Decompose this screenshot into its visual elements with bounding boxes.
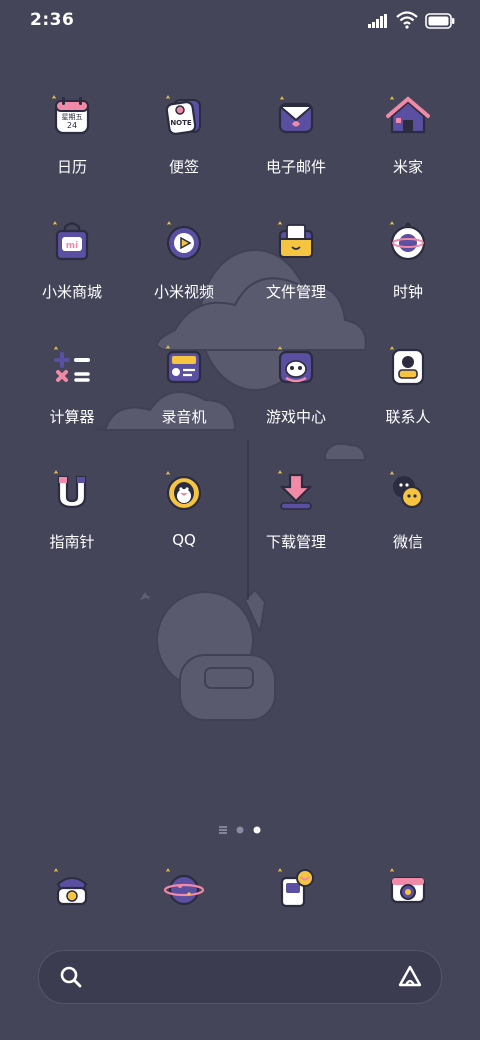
game-center-icon [278, 346, 314, 384]
recorder-icon [166, 345, 202, 384]
app-clock[interactable]: 时钟 [352, 213, 464, 323]
dock [16, 862, 464, 922]
phone-icon [54, 868, 88, 906]
battery-icon [425, 13, 455, 29]
folder-icon [278, 221, 314, 259]
app-label: 电子邮件 [265, 158, 326, 176]
shopping-bag-icon: mi [53, 221, 89, 261]
app-label: 下载管理 [265, 533, 326, 551]
app-label: 录音机 [161, 408, 207, 426]
calendar-icon: 星期五 24 [52, 95, 90, 135]
app-recorder[interactable]: 录音机 [128, 338, 240, 448]
app-label: 文件管理 [265, 283, 326, 301]
app-qq[interactable]: QQ [128, 463, 240, 573]
calculator-icon [54, 346, 90, 382]
search-bar[interactable] [38, 950, 442, 1004]
clock-icon [390, 221, 426, 261]
app-label: 日历 [56, 158, 87, 176]
calendar-day-text: 24 [67, 121, 77, 130]
app-calendar[interactable]: 星期五 24 日历 [16, 88, 128, 198]
app-mi-video[interactable]: 小米视频 [128, 213, 240, 323]
app-label: 联系人 [385, 408, 431, 426]
dock-camera[interactable] [352, 862, 464, 918]
page-dot[interactable] [236, 826, 244, 834]
app-label: 小米商城 [41, 283, 102, 301]
bag-text: mi [66, 241, 78, 251]
qq-penguin-icon [166, 471, 202, 511]
page-indicator [219, 826, 261, 834]
wechat-icon [390, 471, 424, 509]
contacts-icon [390, 346, 425, 386]
app-label: 游戏中心 [265, 408, 326, 426]
cellular-signal-icon [368, 14, 387, 28]
dock-browser[interactable] [128, 862, 240, 918]
app-contacts[interactable]: 联系人 [352, 338, 464, 448]
app-mi-store[interactable]: mi 小米商城 [16, 213, 128, 323]
app-label: 便签 [168, 158, 199, 176]
dock-messages[interactable] [240, 862, 352, 918]
status-time: 2:36 [30, 10, 75, 30]
wifi-icon [396, 11, 418, 29]
compass-icon [54, 470, 87, 509]
camera-icon [390, 868, 426, 904]
app-mijia[interactable]: 米家 [352, 88, 464, 198]
app-label: 指南针 [49, 533, 95, 551]
app-label: 米家 [392, 158, 423, 176]
app-label: QQ [172, 531, 196, 549]
app-label: 时钟 [392, 283, 423, 301]
app-calculator[interactable]: 计算器 [16, 338, 128, 448]
assistant-icon[interactable] [397, 964, 423, 990]
app-download-manager[interactable]: 下载管理 [240, 463, 352, 573]
app-game-center[interactable]: 游戏中心 [240, 338, 352, 448]
app-compass[interactable]: 指南针 [16, 463, 128, 573]
download-icon [278, 470, 313, 510]
video-icon [166, 221, 202, 261]
email-icon [278, 96, 314, 134]
page-dot-current[interactable] [253, 826, 261, 834]
calendar-weekday-text: 星期五 [62, 113, 83, 121]
home-icon [386, 96, 430, 134]
app-wechat[interactable]: 微信 [352, 463, 464, 573]
notes-icon: NOTE [165, 95, 201, 135]
app-notes[interactable]: NOTE 便签 [128, 88, 240, 198]
search-icon[interactable] [59, 965, 83, 989]
app-label: 微信 [392, 533, 423, 551]
status-bar: 2:36 [0, 0, 480, 44]
app-file-manager[interactable]: 文件管理 [240, 213, 352, 323]
app-label: 小米视频 [153, 283, 214, 301]
browser-planet-icon [163, 868, 205, 906]
app-label: 计算器 [49, 408, 95, 426]
app-email[interactable]: 电子邮件 [240, 88, 352, 198]
note-text: NOTE [170, 119, 192, 127]
messages-icon [278, 868, 314, 908]
page-dot-list[interactable] [219, 826, 227, 834]
dock-phone[interactable] [16, 862, 128, 918]
